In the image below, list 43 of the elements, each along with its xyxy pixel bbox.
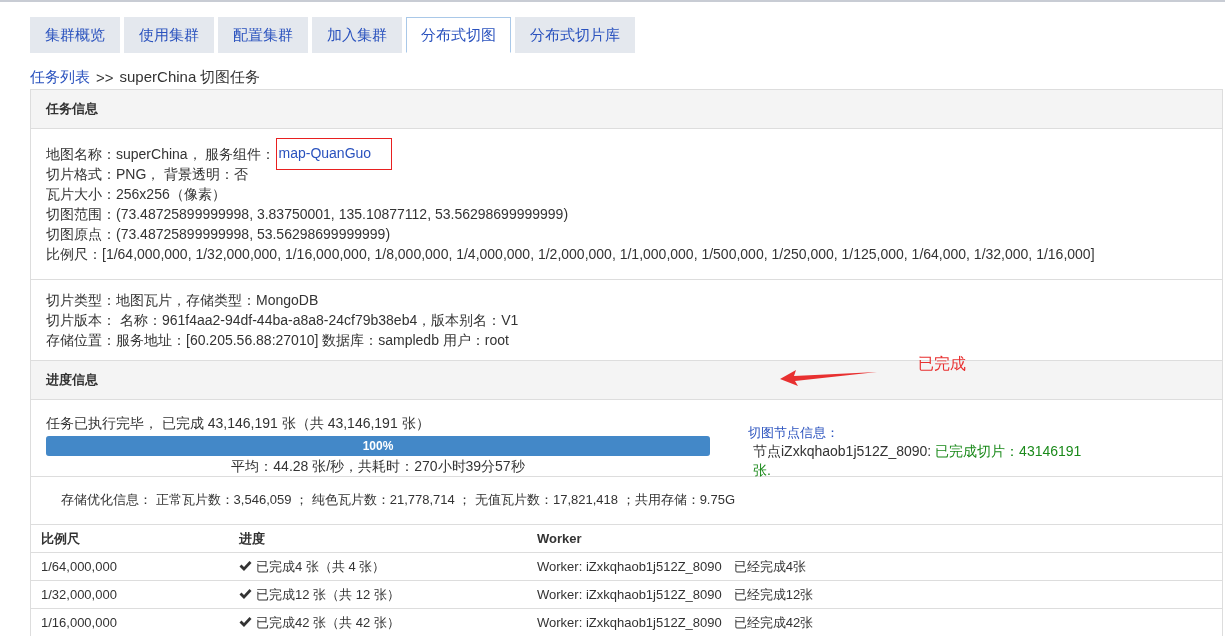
progress-summary: 任务已执行完毕， 已完成 43,146,191 张（共 43,146,191 张） xyxy=(46,414,431,433)
progress-cell: 已完成4 张（共 4 张） xyxy=(229,552,527,581)
section-title: 任务信息 xyxy=(46,100,98,118)
tab[interactable]: 加入集群 xyxy=(312,17,402,53)
worker-status: 已经完成12张 xyxy=(733,586,814,602)
info-line: 切图范围：(73.48725899999998, 3.83750001, 135.10877112, 53.56298699999999) xyxy=(46,205,570,224)
breadcrumb-current: superChina 切图任务 xyxy=(119,67,261,87)
info-line: 切图原点：(73.48725899999998, 53.56298699999999) xyxy=(46,225,392,244)
worker-name: Worker: iZxkqhaob1j512Z_8090 xyxy=(537,558,722,574)
section-title: 进度信息 xyxy=(46,371,98,389)
worker-name: Worker: iZxkqhaob1j512Z_8090 xyxy=(537,586,722,602)
breadcrumb-link[interactable]: 任务列表 xyxy=(30,67,90,87)
column-header: 比例尺 xyxy=(31,525,229,553)
info-line: 切片类型：地图瓦片，存储类型：MongoDB xyxy=(46,291,320,310)
progress-cell: 已完成42 张（共 42 张） xyxy=(229,608,527,636)
progress-cell: 已完成12 张（共 12 张） xyxy=(229,580,527,609)
column-header: 进度 xyxy=(229,525,527,553)
worker-name: Worker: iZxkqhaob1j512Z_8090 xyxy=(537,614,722,630)
tab[interactable]: 分布式切片库 xyxy=(515,17,635,53)
info-line: 切片格式：PNG， 背景透明：否 xyxy=(46,165,250,184)
table-cell: 1/16,000,000 xyxy=(31,608,229,636)
tab[interactable]: 集群概览 xyxy=(30,17,120,53)
info-line: 切片版本： 名称：961f4aa2-94df-44ba-a8a8-24cf79b38eb4，版本别名：V1 xyxy=(46,311,520,330)
info-line: 瓦片大小：256x256（像素） xyxy=(46,185,227,204)
info-line: 存储位置：服务地址：[60.205.56.88:27010] 数据库：sampledb 用户：root xyxy=(46,331,510,350)
table-cell: 1/64,000,000 xyxy=(31,552,229,581)
annotation-text: 已完成 xyxy=(918,354,966,374)
tab[interactable]: 配置集群 xyxy=(218,17,308,53)
tab[interactable]: 分布式切图 xyxy=(406,17,511,53)
storage-summary: 存储优化信息： 正常瓦片数：3,546,059 ； 纯色瓦片数：21,778,714 ； 无值瓦片数：17,821,418 ；共用存储：9.75G xyxy=(61,492,736,507)
worker-status: 已经完成4张 xyxy=(733,558,806,574)
node-info-title: 切图节点信息： xyxy=(748,424,840,442)
info-line: 比例尺：[1/64,000,000, 1/32,000,000, 1/16,000,000, 1/8,000,000, 1/4,000,000, 1/2,000,000, 1/1,000,000, 1/500,000, 1/250,000, 1/125,000, 1/64,000, 1/32,000, 1/16,000] xyxy=(46,245,1096,264)
info-line: 地图名称：superChina， 服务组件： xyxy=(46,145,276,164)
column-header: Worker xyxy=(527,525,1222,553)
breadcrumb-separator: >> xyxy=(96,68,114,86)
service-link[interactable]: map-QuanGuo xyxy=(275,138,393,170)
progress-speed: 平均：44.28 张/秒，共耗时：270小时39分57秒 xyxy=(230,457,526,476)
progress-percent: 100% xyxy=(362,437,394,455)
table-cell: 1/32,000,000 xyxy=(31,580,229,609)
tab[interactable]: 使用集群 xyxy=(124,17,214,53)
worker-status: 已经完成42张 xyxy=(733,614,814,630)
node-status: 节点iZxkqhaob1j512Z_8090: 已完成切片：43146191 张. xyxy=(752,442,1083,480)
